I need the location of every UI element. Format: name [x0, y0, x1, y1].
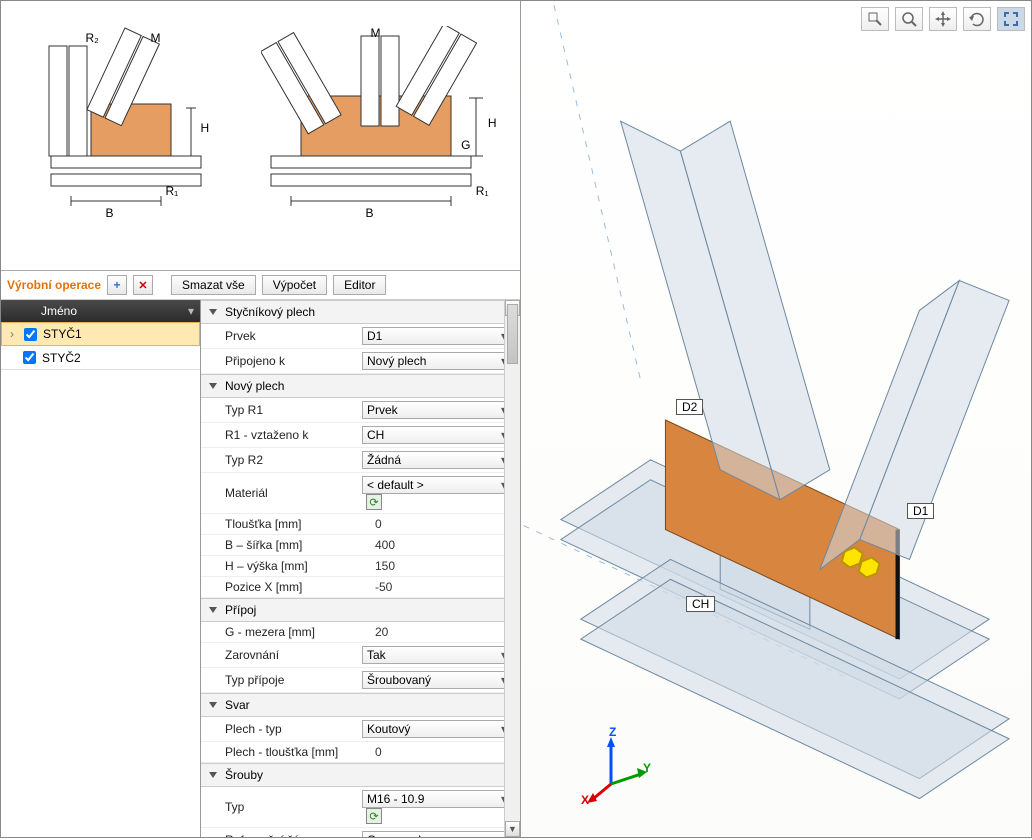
row-checkbox[interactable] [24, 328, 37, 341]
prop-label: Plech - typ [225, 722, 362, 736]
row-name: STYČ2 [42, 351, 81, 365]
lower-split: Jméno ▾ › STYČ1 STYČ2 Styčníkový plech P… [1, 300, 520, 837]
label-R1-right: R₁ [476, 184, 489, 198]
editor-button[interactable]: Editor [333, 275, 386, 295]
fullscreen-icon[interactable] [997, 7, 1025, 31]
tag-d2: D2 [676, 399, 703, 415]
delete-op-button[interactable] [133, 275, 153, 295]
label-B-left: B [106, 206, 114, 220]
left-pane: R₂ M H R₁ B [1, 1, 521, 837]
axis-z-label: Z [609, 725, 616, 739]
row-name: STYČ1 [43, 327, 82, 341]
scrollbar[interactable]: ▲ ▼ [504, 300, 520, 837]
axis-gizmo[interactable]: Z Y X [581, 729, 661, 809]
label-H-left: H [201, 121, 210, 135]
label-R2: R₂ [86, 31, 99, 45]
diagram-area: R₂ M H R₁ B [1, 1, 520, 271]
prop-label: R1 - vztaženo k [225, 428, 362, 442]
view-toolbar [861, 7, 1025, 31]
prop-label: Typ [225, 800, 362, 814]
group-weld[interactable]: Svar [201, 693, 520, 717]
group-connection[interactable]: Přípoj [201, 598, 520, 622]
weldtype-select[interactable]: Koutový [362, 720, 512, 738]
row-checkbox[interactable] [23, 351, 36, 364]
grid-header-label: Jméno [41, 304, 77, 318]
filter-icon[interactable]: ▾ [188, 304, 194, 318]
tag-d1: D1 [907, 503, 934, 519]
zoom-window-icon[interactable] [861, 7, 889, 31]
pan-icon[interactable] [929, 7, 957, 31]
prop-label: Typ přípoje [225, 673, 362, 687]
thickness-value[interactable]: 0 [375, 517, 512, 531]
bolttype-select[interactable]: M16 - 10.9 [362, 790, 512, 808]
table-row[interactable]: › STYČ1 [1, 322, 200, 346]
group-bolts[interactable]: Šrouby [201, 763, 520, 787]
typR2-select[interactable]: Žádná [362, 451, 512, 469]
diagram-right: M H G R₁ B [261, 26, 491, 246]
prop-label: Připojeno k [225, 354, 362, 368]
add-op-button[interactable] [107, 275, 127, 295]
axis-x-label: X [581, 793, 589, 807]
conntype-select[interactable]: Šroubovaný [362, 671, 512, 689]
viewport-3d[interactable]: D2 D1 CH Z Y X [521, 1, 1031, 837]
label-M-right: M [371, 26, 381, 40]
zoom-icon[interactable] [895, 7, 923, 31]
clear-all-button[interactable]: Smazat vše [171, 275, 256, 295]
label-M-left: M [151, 31, 161, 45]
viewport-pane[interactable]: D2 D1 CH Z Y X [521, 1, 1031, 837]
refresh-icon[interactable]: ⟳ [366, 808, 382, 824]
diagram-left: R₂ M H R₁ B [31, 26, 231, 246]
typR1-select[interactable]: Prvek [362, 401, 512, 419]
refline-select[interactable]: Osa x prvku [362, 831, 512, 837]
prop-label: Tloušťka [mm] [225, 517, 375, 531]
ops-toolbar: Výrobní operace Smazat vše Výpočet Edito… [1, 271, 520, 300]
material-select[interactable]: < default > [362, 476, 512, 494]
prop-label: Zarovnání [225, 648, 362, 662]
tag-ch: CH [686, 596, 715, 612]
align-select[interactable]: Tak [362, 646, 512, 664]
rotate-icon[interactable] [963, 7, 991, 31]
calc-button[interactable]: Výpočet [262, 275, 327, 295]
label-R1-left: R₁ [166, 184, 179, 198]
table-row[interactable]: STYČ2 [1, 346, 200, 370]
gap-value[interactable]: 20 [375, 625, 512, 639]
grid-header[interactable]: Jméno ▾ [1, 300, 200, 322]
prop-label: Pozice X [mm] [225, 580, 375, 594]
prop-label: G - mezera [mm] [225, 625, 375, 639]
ops-grid: Jméno ▾ › STYČ1 STYČ2 [1, 300, 201, 837]
refresh-icon[interactable]: ⟳ [366, 494, 382, 510]
label-G: G [461, 138, 470, 152]
height-value[interactable]: 150 [375, 559, 512, 573]
prop-label: Typ R1 [225, 403, 362, 417]
prop-label: Materiál [225, 486, 362, 500]
prvek-select[interactable]: D1 [362, 327, 512, 345]
property-panel: Styčníkový plech PrvekD1 Připojeno kNový… [201, 300, 520, 837]
scroll-down-icon[interactable]: ▼ [505, 821, 520, 837]
group-gusset[interactable]: Styčníkový plech [201, 300, 520, 324]
axis-y-label: Y [643, 761, 651, 775]
pripojeno-select[interactable]: Nový plech [362, 352, 512, 370]
ops-title: Výrobní operace [7, 278, 101, 292]
group-newplate[interactable]: Nový plech [201, 374, 520, 398]
scroll-thumb[interactable] [507, 304, 518, 364]
weldthick-value[interactable]: 0 [375, 745, 512, 759]
prop-label: Prvek [225, 329, 362, 343]
width-value[interactable]: 400 [375, 538, 512, 552]
prop-label: B – šířka [mm] [225, 538, 375, 552]
posx-value[interactable]: -50 [375, 580, 512, 594]
prop-label: Plech - tloušťka [mm] [225, 745, 375, 759]
r1-select[interactable]: CH [362, 426, 512, 444]
label-H-right: H [488, 116, 497, 130]
prop-label: H – výška [mm] [225, 559, 375, 573]
label-B-right: B [366, 206, 374, 220]
prop-label: Typ R2 [225, 453, 362, 467]
prop-label: Referenční čára [225, 833, 362, 837]
